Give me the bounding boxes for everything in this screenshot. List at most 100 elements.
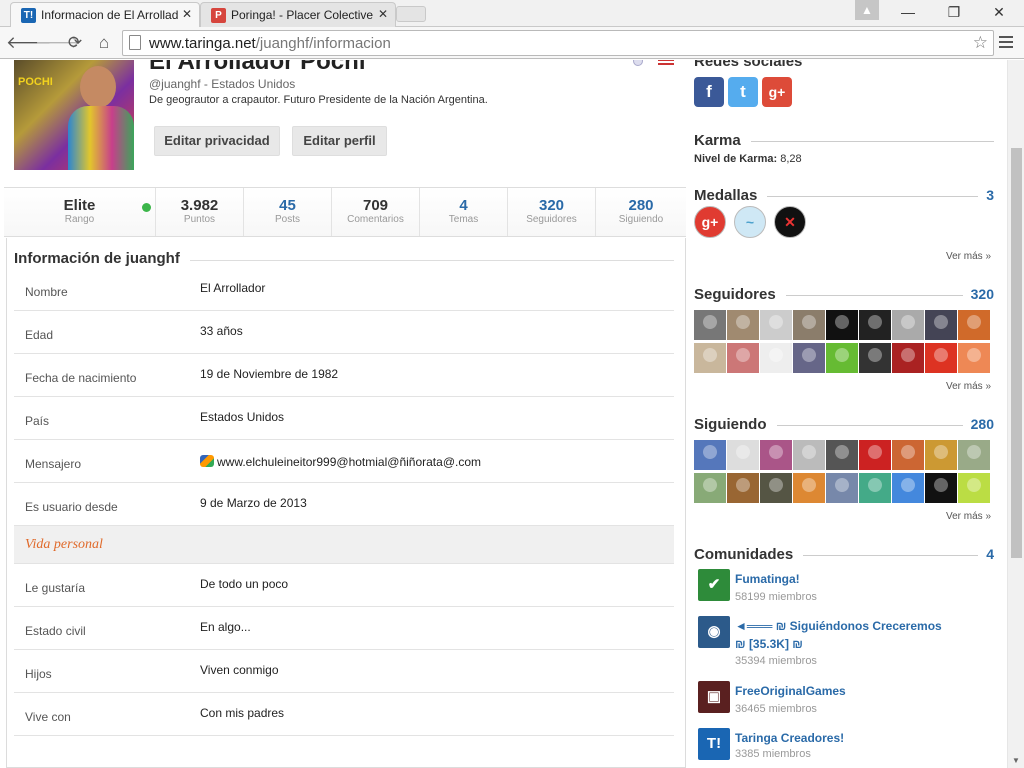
seguidores-title: Seguidores (694, 286, 786, 303)
user-thumbnail[interactable] (760, 473, 792, 503)
stat-posts[interactable]: 45 Posts (244, 188, 332, 236)
community-item[interactable]: ◉ ◄═══ ₪ Siguiéndonos Creceremos ₪ [35.3… (698, 616, 998, 667)
medallas-count[interactable]: 3 (978, 187, 994, 203)
user-thumbnail[interactable] (859, 473, 891, 503)
user-thumbnail[interactable] (826, 310, 858, 340)
home-icon[interactable]: ⌂ (93, 32, 115, 54)
forward-arrow-icon[interactable]: 🡒 (35, 32, 81, 54)
community-members: 3385 miembros (735, 748, 811, 760)
seguidores-count[interactable]: 320 (962, 286, 994, 302)
info-value: En algo... (200, 620, 251, 634)
back-arrow-icon[interactable]: 🡐 (6, 32, 52, 54)
user-thumbnail[interactable] (793, 310, 825, 340)
minimize-button[interactable]: — (885, 0, 931, 26)
user-thumbnail[interactable] (958, 310, 990, 340)
community-name[interactable]: ◄═══ ₪ Siguiéndonos Creceremos ₪ [35.3K]… (735, 617, 945, 653)
twitter-icon[interactable]: t (728, 77, 758, 107)
maximize-button[interactable]: ❐ (931, 0, 977, 26)
user-thumbnail[interactable] (793, 473, 825, 503)
scrollbar-thumb[interactable] (1011, 148, 1022, 558)
user-thumbnail[interactable] (727, 310, 759, 340)
bird-medal-icon[interactable]: ~ (734, 206, 766, 238)
tab-poringa[interactable]: P Poringa! - Placer Colective ✕ (200, 2, 396, 27)
user-thumbnail[interactable] (727, 343, 759, 373)
user-thumbnail[interactable] (859, 343, 891, 373)
community-item[interactable]: ▣ FreeOriginalGames 36465 miembros (698, 681, 998, 727)
user-thumbnail[interactable] (925, 473, 957, 503)
user-thumbnail[interactable] (892, 343, 924, 373)
user-thumbnail[interactable] (925, 310, 957, 340)
vertical-scrollbar[interactable]: ▼ (1007, 60, 1024, 768)
user-thumbnail[interactable] (958, 440, 990, 470)
user-thumbnail[interactable] (793, 440, 825, 470)
user-thumbnail[interactable] (694, 440, 726, 470)
user-thumbnail[interactable] (892, 440, 924, 470)
profile-description: De geograutor a crapautor. Futuro Presid… (149, 94, 488, 106)
user-thumbnail[interactable] (925, 440, 957, 470)
user-thumbnail[interactable] (760, 343, 792, 373)
community-item[interactable]: T! Taringa Creadores! 3385 miembros (698, 728, 998, 768)
community-name[interactable]: Fumatinga! (735, 570, 945, 588)
tab-close-icon[interactable]: ✕ (182, 7, 192, 21)
address-bar[interactable]: www.taringa.net/juanghf/informacion ☆ (122, 30, 994, 56)
community-name[interactable]: FreeOriginalGames (735, 682, 945, 700)
reload-icon[interactable]: ⟳ (64, 32, 86, 54)
user-thumbnail[interactable] (727, 473, 759, 503)
stat-label: Seguidores (526, 214, 577, 225)
ver-mas-siguiendo-link[interactable]: Ver más » (946, 511, 991, 522)
google-plus-medal-icon[interactable]: g+ (694, 206, 726, 238)
edit-privacy-button[interactable]: Editar privacidad (154, 126, 280, 156)
close-window-button[interactable]: ✕ (976, 0, 1022, 26)
user-thumbnail[interactable] (760, 310, 792, 340)
info-key: Estado civil (25, 624, 86, 638)
page-content: POCHI El Arrollador Pochi @juanghf - Est… (0, 60, 1024, 768)
user-thumbnail[interactable] (793, 343, 825, 373)
stat-temas[interactable]: 4 Temas (420, 188, 508, 236)
x-medal-icon[interactable]: ✕ (774, 206, 806, 238)
stat-label: Siguiendo (618, 214, 664, 225)
edit-profile-button[interactable]: Editar perfil (292, 126, 387, 156)
siguiendo-count[interactable]: 280 (962, 416, 994, 432)
user-thumbnail[interactable] (694, 473, 726, 503)
user-profile-icon[interactable]: ▲ (855, 0, 879, 20)
user-thumbnail[interactable] (760, 440, 792, 470)
user-thumbnail[interactable] (826, 473, 858, 503)
community-item[interactable]: ✔ Fumatinga! 58199 miembros (698, 569, 998, 615)
user-thumbnail[interactable] (925, 343, 957, 373)
community-name[interactable]: Taringa Creadores! (735, 729, 945, 747)
taringa-icon: T! (698, 728, 730, 760)
info-value: 33 años (200, 324, 243, 338)
info-title: Información de juanghf (14, 250, 190, 267)
user-thumbnail[interactable] (958, 473, 990, 503)
comunidades-count[interactable]: 4 (978, 546, 994, 562)
user-thumbnail[interactable] (892, 310, 924, 340)
stat-seguidores[interactable]: 320 Seguidores (508, 188, 596, 236)
facebook-icon[interactable]: f (694, 77, 724, 107)
google-plus-icon[interactable]: g+ (762, 77, 792, 107)
new-tab-button[interactable] (396, 6, 426, 22)
tab-informacion[interactable]: T! Informacion de El Arrollad ✕ (10, 2, 200, 27)
bookmark-star-icon[interactable]: ☆ (973, 33, 988, 53)
profile-avatar[interactable]: POCHI (14, 60, 134, 170)
info-key: Nombre (25, 285, 68, 299)
ver-mas-medallas-link[interactable]: Ver más » (946, 251, 991, 262)
avatar-head (80, 66, 116, 108)
user-thumbnail[interactable] (892, 473, 924, 503)
user-thumbnail[interactable] (859, 310, 891, 340)
user-thumbnail[interactable] (826, 440, 858, 470)
user-thumbnail[interactable] (727, 440, 759, 470)
ver-mas-seguidores-link[interactable]: Ver más » (946, 381, 991, 392)
info-key: Fecha de nacimiento (25, 371, 137, 385)
info-row-pais: País Estados Unidos (14, 397, 674, 440)
info-value: El Arrollador (200, 281, 266, 295)
user-thumbnail[interactable] (694, 343, 726, 373)
tab-close-icon[interactable]: ✕ (378, 7, 388, 21)
scroll-down-arrow-icon[interactable]: ▼ (1012, 756, 1020, 765)
user-thumbnail[interactable] (958, 343, 990, 373)
menu-icon[interactable] (999, 36, 1013, 51)
stat-siguiendo[interactable]: 280 Siguiendo (596, 188, 686, 236)
user-thumbnail[interactable] (826, 343, 858, 373)
user-thumbnail[interactable] (694, 310, 726, 340)
user-thumbnail[interactable] (859, 440, 891, 470)
info-key: Mensajero (25, 457, 82, 471)
